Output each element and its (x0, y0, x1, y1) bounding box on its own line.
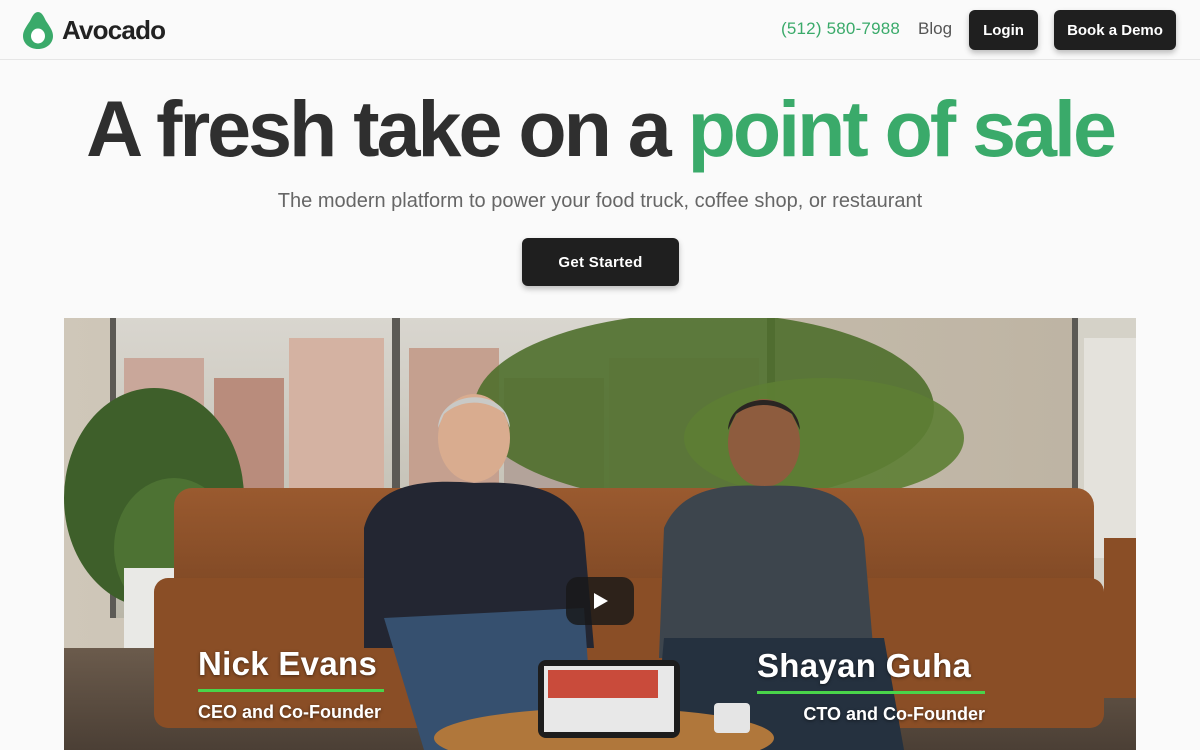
intro-video[interactable]: Nick Evans CEO and Co-Founder Shayan Guh… (64, 318, 1136, 750)
hero-title-main: A fresh take on a (86, 84, 688, 173)
person-2-underline (757, 691, 985, 694)
play-icon (594, 593, 608, 609)
play-button[interactable] (566, 577, 634, 625)
brand-logo-link[interactable]: Avocado (23, 10, 166, 50)
book-demo-button[interactable]: Book a Demo (1054, 10, 1176, 50)
top-navigation-bar: Avocado (512) 580-7988 Blog Login Book a… (0, 0, 1200, 60)
phone-link[interactable]: (512) 580-7988 (781, 19, 900, 39)
hero-subtitle: The modern platform to power your food t… (277, 190, 923, 212)
blog-link[interactable]: Blog (918, 19, 952, 39)
person-1-role: CEO and Co-Founder (198, 702, 381, 722)
lower-third-person-1: Nick Evans CEO and Co-Founder (198, 645, 384, 723)
avocado-logo-icon (23, 11, 53, 49)
hero-title-accent: point of sale (687, 84, 1117, 173)
hero-title: A fresh take on a point of sale (0, 84, 1200, 174)
person-2-name: Shayan Guha (757, 647, 972, 684)
get-started-button[interactable]: Get Started (522, 238, 679, 286)
person-1-name: Nick Evans (198, 645, 378, 682)
person-2-role: CTO and Co-Founder (803, 704, 985, 724)
lower-third-person-2: Shayan Guha CTO and Co-Founder (757, 647, 985, 725)
person-1-underline (198, 689, 384, 692)
brand-name: Avocado (62, 14, 166, 45)
login-button[interactable]: Login (969, 10, 1038, 50)
